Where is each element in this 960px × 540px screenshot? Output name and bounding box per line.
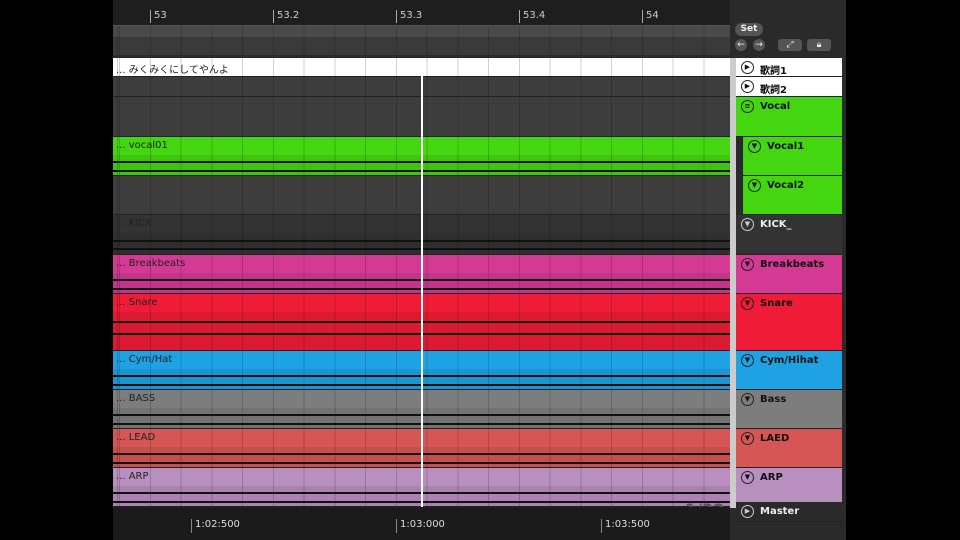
set-button[interactable]: Set	[735, 23, 763, 36]
track-name: 歌詞2	[760, 85, 787, 96]
ruler-tick: 53	[150, 10, 167, 23]
fold-icon[interactable]: ▼	[748, 179, 761, 192]
track-name: KICK_	[760, 219, 792, 230]
panel-divider[interactable]	[730, 58, 736, 508]
lock-icon[interactable]: 🔒︎	[807, 39, 831, 51]
ruler-tick: 53.3	[396, 10, 422, 23]
fold-icon[interactable]: ▼	[748, 140, 761, 153]
track-header-breakbeats[interactable]: ▼ Breakbeats	[736, 255, 842, 294]
overview-strip[interactable]	[113, 25, 730, 55]
track-header-vocal[interactable]: ≡ Vocal	[736, 97, 842, 137]
track-name: Master	[760, 506, 800, 517]
time-tick: 1:02:500	[191, 519, 240, 533]
fold-icon[interactable]: ▼	[741, 297, 754, 310]
clip-name: ... ARP	[116, 471, 149, 482]
track-header--1[interactable]: ▶ 歌詞1	[736, 58, 842, 77]
track-name: Vocal	[760, 101, 791, 112]
play-icon[interactable]: ▶	[741, 80, 754, 93]
clip-name: ... Breakbeats	[116, 258, 186, 269]
track-name: 歌詞1	[760, 66, 787, 77]
fold-icon[interactable]: ▼	[741, 218, 754, 231]
track-header-cym-hihat[interactable]: ▼ Cym/Hihat	[736, 351, 842, 390]
fold-icon[interactable]: ▼	[741, 258, 754, 271]
expand-icon[interactable]: ⤢	[778, 39, 802, 51]
fold-icon[interactable]: ▼	[741, 354, 754, 367]
track-name: Bass	[760, 394, 787, 405]
next-arrow-icon[interactable]: →	[753, 39, 765, 51]
track-name: Vocal2	[767, 180, 805, 191]
ruler-tick: 53.4	[519, 10, 545, 23]
arrangement-view: 53 53.2 53.3 53.4 54 Set ← → ⤢ 🔒︎ ... みく…	[113, 0, 846, 540]
clip-name: ... Snare	[116, 297, 158, 308]
play-icon: ▶	[741, 505, 754, 518]
track-header-laed[interactable]: ▼ LAED	[736, 429, 842, 468]
prev-arrow-icon[interactable]: ←	[735, 39, 747, 51]
play-icon[interactable]: ▶	[741, 61, 754, 74]
track-name: LAED	[760, 433, 790, 444]
clip-name: ... みくみくにしてやんよ	[116, 65, 229, 76]
track-name: Snare	[760, 298, 793, 309]
playhead[interactable]	[421, 58, 423, 508]
clip-name: ... LEAD	[116, 432, 156, 443]
group-icon[interactable]: ≡	[741, 100, 754, 113]
track-header-vocal1[interactable]: ▼ Vocal1	[742, 137, 842, 176]
track-header-vocal2[interactable]: ▼ Vocal2	[742, 176, 842, 215]
track-header-master[interactable]: ▶ Master	[736, 502, 842, 522]
beat-ruler[interactable]: 53 53.2 53.3 53.4 54	[113, 0, 730, 25]
fold-icon[interactable]: ▼	[741, 432, 754, 445]
track-header-snare[interactable]: ▼ Snare	[736, 294, 842, 351]
clip-name: ... KICK	[116, 218, 152, 229]
track-header-bass[interactable]: ▼ Bass	[736, 390, 842, 429]
track-name: Cym/Hihat	[760, 355, 819, 366]
track-name: Breakbeats	[760, 259, 825, 270]
fold-icon[interactable]: ▼	[741, 471, 754, 484]
fold-icon[interactable]: ▼	[741, 393, 754, 406]
track-name: ARP	[760, 472, 783, 483]
clip-name: ... vocal01	[116, 140, 168, 151]
clip-name: ... BASS	[116, 393, 156, 404]
clip-name: ... Cym/Hat	[116, 354, 173, 365]
ruler-tick: 53.2	[273, 10, 299, 23]
track-name: Vocal1	[767, 141, 805, 152]
time-tick: 1:03:500	[601, 519, 650, 533]
track-header--2[interactable]: ▶ 歌詞2	[736, 77, 842, 97]
time-ruler[interactable]: 1:02:500 1:03:000 1:03:500	[113, 507, 730, 540]
ruler-tick: 54	[642, 10, 659, 23]
track-header-kick-[interactable]: ▼ KICK_	[736, 215, 842, 255]
time-tick: 1:03:000	[396, 519, 445, 533]
